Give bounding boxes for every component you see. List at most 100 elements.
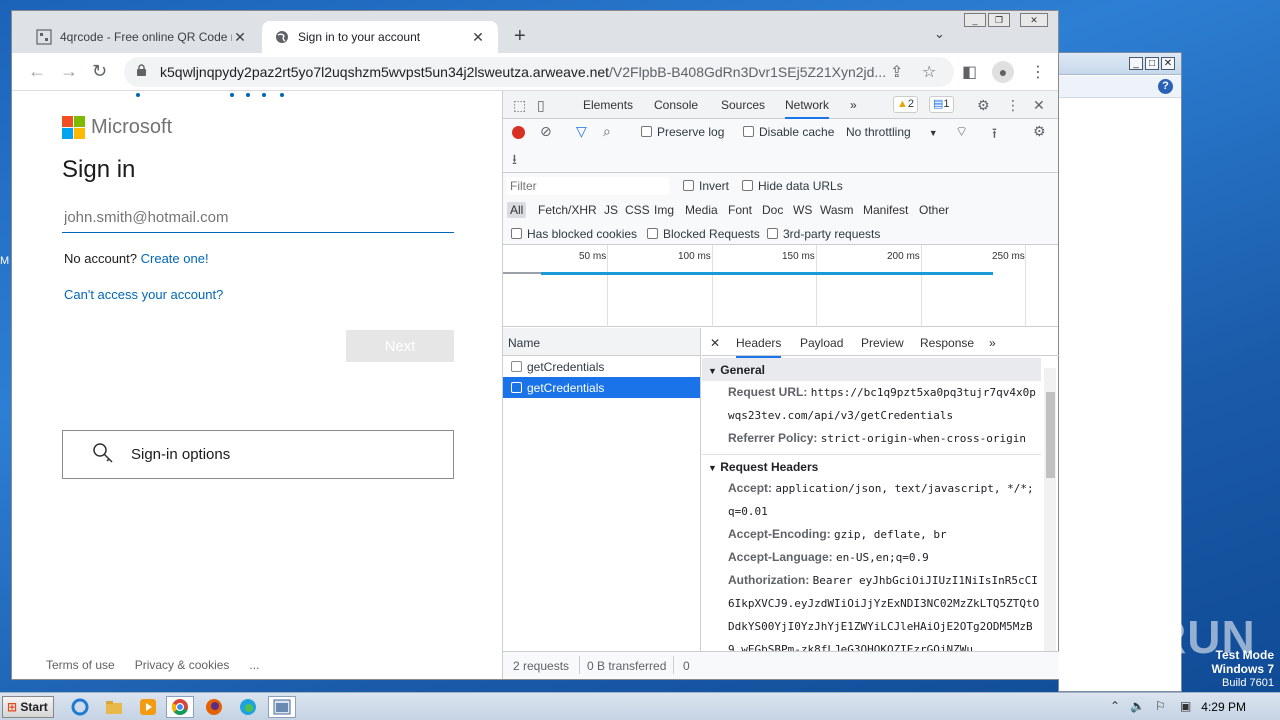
network-conditions-icon[interactable]: ⌔ <box>955 123 968 141</box>
tab-search-icon[interactable]: ⌄ <box>934 26 945 42</box>
type-js[interactable]: JS <box>604 203 618 217</box>
back-icon[interactable]: ← <box>28 61 46 82</box>
network-icon[interactable]: ▣ <box>1180 699 1191 713</box>
background-window[interactable]: _ □ ✕ ? <box>1058 52 1182 692</box>
type-manifest[interactable]: Manifest <box>863 203 908 217</box>
start-button[interactable]: ⊞ Start <box>2 696 54 718</box>
terms-link[interactable]: Terms of use <box>46 658 115 672</box>
type-fetch-xhr[interactable]: Fetch/XHR <box>538 203 597 217</box>
tab-response[interactable]: Response <box>920 336 974 350</box>
type-other[interactable]: Other <box>919 203 949 217</box>
profile-avatar-icon[interactable]: ● <box>992 61 1014 83</box>
search-icon[interactable]: ⌕ <box>603 123 611 140</box>
next-button[interactable]: Next <box>346 330 454 362</box>
warnings-badge[interactable]: ▲2 <box>893 96 919 113</box>
media-player-icon[interactable] <box>134 696 162 718</box>
help-icon[interactable]: ? <box>1158 79 1173 94</box>
preserve-log-checkbox[interactable]: Preserve log <box>641 125 724 139</box>
tab-sources[interactable]: Sources <box>721 98 765 112</box>
explorer-icon[interactable] <box>100 696 128 718</box>
request-headers-section-header[interactable]: ▼ Request Headers <box>702 454 1041 477</box>
app-window-icon[interactable] <box>268 696 296 718</box>
request-row-selected[interactable]: getCredentials <box>503 377 700 398</box>
clock[interactable]: 4:29 PM <box>1201 700 1246 714</box>
devtools-menu-icon[interactable]: ⋮ <box>1006 97 1020 114</box>
disable-cache-checkbox[interactable]: Disable cache <box>743 125 834 139</box>
third-party-checkbox[interactable]: 3rd-party requests <box>767 227 880 241</box>
messages-badge[interactable]: ▤1 <box>929 96 954 113</box>
address-bar[interactable]: k5qwljnqpydy2paz2rt5yo7l2uqshzm5wvpst5un… <box>124 57 954 87</box>
filter-input[interactable] <box>507 177 669 195</box>
type-doc[interactable]: Doc <box>762 203 783 217</box>
detail-scrollbar[interactable] <box>1044 368 1056 663</box>
create-account-link[interactable]: Create one! <box>141 251 209 266</box>
filter-icon[interactable]: ▽ <box>576 123 587 140</box>
action-center-flag-icon[interactable]: ⚐ <box>1155 699 1166 713</box>
inspect-icon[interactable]: ⬚ <box>513 97 526 114</box>
network-settings-icon[interactable]: ⚙ <box>1033 123 1046 140</box>
settings-gear-icon[interactable]: ⚙ <box>977 97 990 114</box>
volume-icon[interactable]: 🔈 <box>1130 699 1145 713</box>
signin-options-button[interactable]: Sign-in options <box>62 430 454 479</box>
throttling-select[interactable]: No throttling ▼ <box>846 125 938 139</box>
email-field[interactable] <box>62 203 454 233</box>
close-icon[interactable]: ✕ <box>1020 13 1048 27</box>
tab-preview[interactable]: Preview <box>861 336 904 350</box>
background-window-titlebar[interactable]: _ □ ✕ <box>1059 53 1181 75</box>
invert-checkbox[interactable]: Invert <box>683 179 729 193</box>
share-icon[interactable]: ⇪ <box>890 62 903 82</box>
clear-icon[interactable]: ⊘ <box>540 123 552 140</box>
hide-data-urls-checkbox[interactable]: Hide data URLs <box>742 179 843 193</box>
menu-kebab-icon[interactable]: ⋮ <box>1030 62 1046 82</box>
name-column-header[interactable]: Name <box>503 328 700 356</box>
more-detail-tabs-icon[interactable]: » <box>989 336 996 350</box>
forward-icon[interactable]: → <box>60 61 78 82</box>
more-options-icon[interactable]: ... <box>249 658 259 672</box>
device-toolbar-icon[interactable]: ▯ <box>537 97 545 114</box>
show-hidden-icons[interactable]: ⌃ <box>1110 699 1120 713</box>
close-detail-icon[interactable]: ✕ <box>710 336 720 350</box>
chrome-icon[interactable] <box>166 696 194 718</box>
type-all[interactable]: All <box>507 202 527 218</box>
cant-access-link[interactable]: Can't access your account? <box>64 287 223 302</box>
tab-signin[interactable]: Sign in to your account ✕ <box>262 21 498 53</box>
url-text[interactable]: k5qwljnqpydy2paz2rt5yo7l2uqshzm5wvpst5un… <box>160 64 890 80</box>
export-har-icon[interactable]: ⭳ <box>512 149 517 173</box>
general-section-header[interactable]: ▼ General <box>702 358 1041 381</box>
network-timeline[interactable]: 50 ms 100 ms 150 ms 200 ms 250 ms <box>503 245 1058 327</box>
type-font[interactable]: Font <box>728 203 752 217</box>
has-blocked-cookies-checkbox[interactable]: Has blocked cookies <box>511 227 637 241</box>
tab-payload[interactable]: Payload <box>800 336 843 350</box>
tab-network[interactable]: Network <box>785 98 830 119</box>
request-row[interactable]: getCredentials <box>503 356 700 377</box>
record-icon[interactable] <box>512 126 525 139</box>
privacy-link[interactable]: Privacy & cookies <box>135 658 230 672</box>
maximize-icon[interactable]: □ <box>1145 57 1159 70</box>
tab-elements[interactable]: Elements <box>583 98 633 112</box>
close-icon[interactable]: ✕ <box>1161 57 1175 70</box>
ie-icon[interactable] <box>66 696 94 718</box>
tab-headers[interactable]: Headers <box>736 336 782 358</box>
scrollbar-thumb[interactable] <box>1046 392 1055 478</box>
type-img[interactable]: Img <box>654 203 674 217</box>
side-panel-icon[interactable]: ◧ <box>962 62 977 82</box>
reload-icon[interactable]: ↻ <box>92 61 107 82</box>
edge-icon[interactable] <box>234 696 262 718</box>
lock-icon[interactable] <box>136 64 148 80</box>
bookmark-star-icon[interactable]: ☆ <box>922 62 936 82</box>
tab-4qrcode[interactable]: 4qrcode - Free online QR Code read ✕ <box>24 21 260 53</box>
close-tab-icon[interactable]: ✕ <box>470 29 486 46</box>
type-wasm[interactable]: Wasm <box>820 203 854 217</box>
close-devtools-icon[interactable]: ✕ <box>1033 97 1045 114</box>
more-tabs-icon[interactable]: » <box>850 98 857 112</box>
import-har-icon[interactable]: ⭱ <box>992 123 997 147</box>
close-tab-icon[interactable]: ✕ <box>232 29 248 46</box>
type-ws[interactable]: WS <box>793 203 812 217</box>
minimize-icon[interactable]: _ <box>1129 57 1143 70</box>
firefox-icon[interactable] <box>200 696 228 718</box>
restore-icon[interactable]: ❐ <box>988 13 1010 27</box>
minimize-icon[interactable]: _ <box>964 13 986 27</box>
blocked-requests-checkbox[interactable]: Blocked Requests <box>647 227 760 241</box>
tab-console[interactable]: Console <box>654 98 698 112</box>
new-tab-icon[interactable]: + <box>514 25 526 48</box>
